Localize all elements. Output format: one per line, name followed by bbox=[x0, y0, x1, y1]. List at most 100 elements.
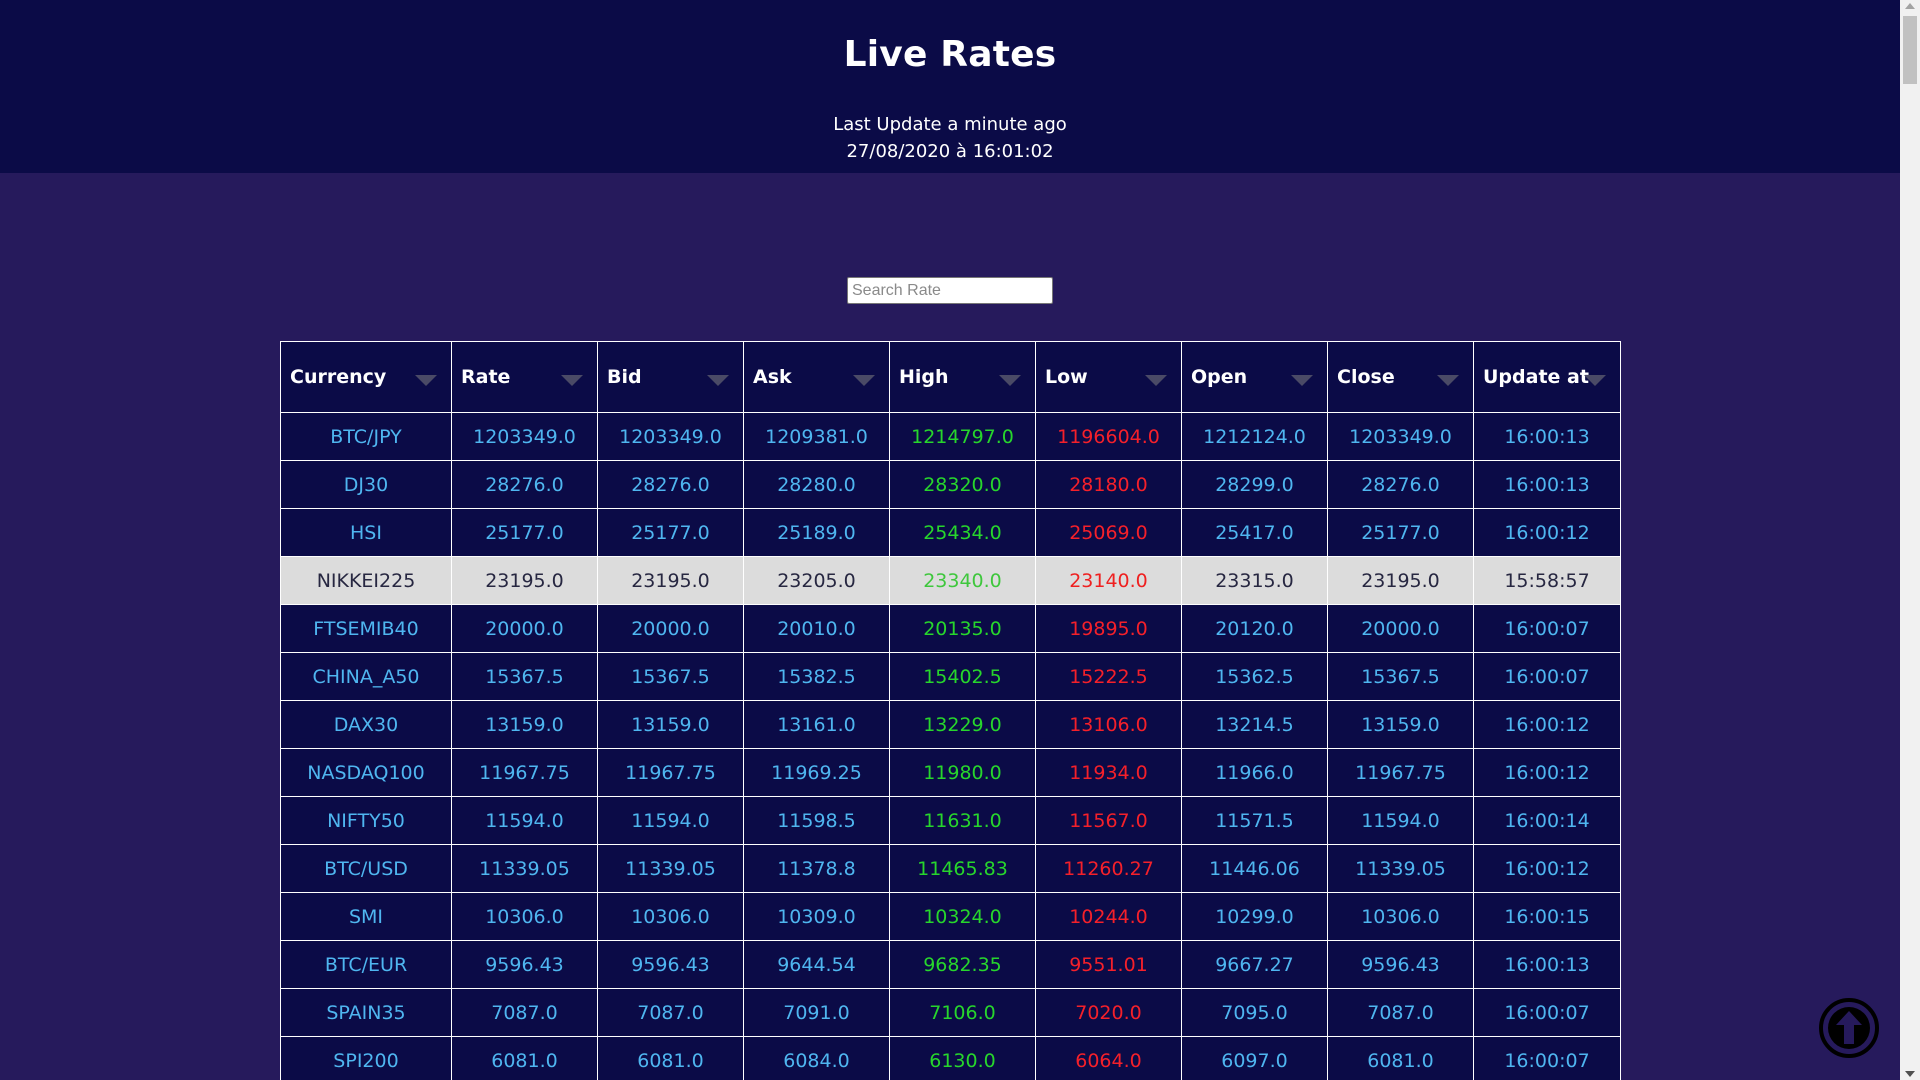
cell-update-at: 16:00:12 bbox=[1473, 508, 1621, 557]
column-header-ask[interactable]: Ask bbox=[743, 341, 890, 413]
cell-low: 19895.0 bbox=[1035, 604, 1182, 653]
cell-ask: 10309.0 bbox=[743, 892, 890, 941]
cell-bid: 7087.0 bbox=[597, 988, 744, 1037]
column-header-low[interactable]: Low bbox=[1035, 341, 1182, 413]
cell-low: 23140.0 bbox=[1035, 556, 1182, 605]
cell-open: 15362.5 bbox=[1181, 652, 1328, 701]
cell-open: 10299.0 bbox=[1181, 892, 1328, 941]
cell-rate: 20000.0 bbox=[451, 604, 598, 653]
cell-currency: NIFTY50 bbox=[280, 796, 452, 845]
cell-high: 1214797.0 bbox=[889, 412, 1036, 461]
sort-caret-down-icon[interactable] bbox=[707, 375, 729, 386]
sort-caret-down-icon[interactable] bbox=[853, 375, 875, 386]
cell-bid: 11967.75 bbox=[597, 748, 744, 797]
cell-open: 7095.0 bbox=[1181, 988, 1328, 1037]
cell-currency: DAX30 bbox=[280, 700, 452, 749]
cell-ask: 20010.0 bbox=[743, 604, 890, 653]
sort-caret-down-icon[interactable] bbox=[999, 375, 1021, 386]
column-header-label: Update at bbox=[1483, 366, 1589, 388]
column-header-high[interactable]: High bbox=[889, 341, 1036, 413]
cell-currency: CHINA_A50 bbox=[280, 652, 452, 701]
last-update-timestamp: 27/08/2020 à 16:01:02 bbox=[846, 141, 1054, 162]
sort-caret-down-icon[interactable] bbox=[1145, 375, 1167, 386]
cell-rate: 11594.0 bbox=[451, 796, 598, 845]
cell-low: 13106.0 bbox=[1035, 700, 1182, 749]
cell-low: 11567.0 bbox=[1035, 796, 1182, 845]
arrow-up-circle-icon bbox=[1819, 998, 1879, 1058]
table-row[interactable]: FTSEMIB40 20000.0 20000.0 20010.0 20135.0 198… bbox=[280, 604, 1621, 653]
column-header-open[interactable]: Open bbox=[1181, 341, 1328, 413]
cell-update-at: 16:00:07 bbox=[1473, 988, 1621, 1037]
cell-currency: DJ30 bbox=[280, 460, 452, 509]
cell-close: 13159.0 bbox=[1327, 700, 1474, 749]
cell-high: 28320.0 bbox=[889, 460, 1036, 509]
scroll-up-arrow-icon[interactable] bbox=[1905, 3, 1915, 9]
cell-rate: 25177.0 bbox=[451, 508, 598, 557]
column-header-bid[interactable]: Bid bbox=[597, 341, 744, 413]
table-body: BTC/JPY 1203349.0 1203349.0 1209381.0 121479… bbox=[280, 412, 1621, 1080]
cell-update-at: 16:00:07 bbox=[1473, 1036, 1621, 1080]
table-row[interactable]: SPAIN35 7087.0 7087.0 7091.0 7106.0 7020.0 709… bbox=[280, 988, 1621, 1037]
cell-update-at: 16:00:14 bbox=[1473, 796, 1621, 845]
sort-caret-down-icon[interactable] bbox=[561, 375, 583, 386]
cell-currency: BTC/JPY bbox=[280, 412, 452, 461]
column-header-label: Low bbox=[1045, 366, 1088, 388]
table-row[interactable]: SPI200 6081.0 6081.0 6084.0 6130.0 6064.0 6097… bbox=[280, 1036, 1621, 1080]
cell-low: 15222.5 bbox=[1035, 652, 1182, 701]
sort-caret-down-icon[interactable] bbox=[1291, 375, 1313, 386]
cell-bid: 10306.0 bbox=[597, 892, 744, 941]
table-row[interactable]: BTC/EUR 9596.43 9596.43 9644.54 9682.35 9551.… bbox=[280, 940, 1621, 989]
table-row[interactable]: NIFTY50 11594.0 11594.0 11598.5 11631.0 11567… bbox=[280, 796, 1621, 845]
scrollbar-thumb[interactable] bbox=[1903, 16, 1917, 84]
table-row[interactable]: DJ30 28276.0 28276.0 28280.0 28320.0 28180.0 2… bbox=[280, 460, 1621, 509]
table-row[interactable]: NASDAQ100 11967.75 11967.75 11969.25 11980.0… bbox=[280, 748, 1621, 797]
table-row[interactable]: NIKKEI225 23195.0 23195.0 23205.0 23340.0 231… bbox=[280, 556, 1621, 605]
table-row[interactable]: BTC/JPY 1203349.0 1203349.0 1209381.0 121479… bbox=[280, 412, 1621, 461]
cell-low: 7020.0 bbox=[1035, 988, 1182, 1037]
cell-close: 11339.05 bbox=[1327, 844, 1474, 893]
cell-currency: NASDAQ100 bbox=[280, 748, 452, 797]
cell-open: 9667.27 bbox=[1181, 940, 1328, 989]
cell-update-at: 16:00:13 bbox=[1473, 412, 1621, 461]
column-header-label: High bbox=[899, 366, 949, 388]
cell-bid: 9596.43 bbox=[597, 940, 744, 989]
vertical-scrollbar[interactable] bbox=[1900, 0, 1920, 1080]
search-input[interactable] bbox=[847, 277, 1053, 304]
cell-low: 1196604.0 bbox=[1035, 412, 1182, 461]
table-row[interactable]: CHINA_A50 15367.5 15367.5 15382.5 15402.5 152… bbox=[280, 652, 1621, 701]
cell-high: 10324.0 bbox=[889, 892, 1036, 941]
table-row[interactable]: HSI 25177.0 25177.0 25189.0 25434.0 25069.0 25… bbox=[280, 508, 1621, 557]
sort-caret-down-icon[interactable] bbox=[1584, 375, 1606, 386]
page: Live Rates Last Update a minute ago 27/0… bbox=[0, 0, 1900, 1080]
cell-currency: SPAIN35 bbox=[280, 988, 452, 1037]
cell-ask: 11969.25 bbox=[743, 748, 890, 797]
cell-update-at: 16:00:07 bbox=[1473, 652, 1621, 701]
sort-caret-down-icon[interactable] bbox=[415, 375, 437, 386]
table-row[interactable]: BTC/USD 11339.05 11339.05 11378.8 11465.83 11… bbox=[280, 844, 1621, 893]
column-header-label: Ask bbox=[753, 366, 792, 388]
cell-update-at: 16:00:13 bbox=[1473, 940, 1621, 989]
cell-update-at: 16:00:13 bbox=[1473, 460, 1621, 509]
cell-update-at: 15:58:57 bbox=[1473, 556, 1621, 605]
cell-ask: 9644.54 bbox=[743, 940, 890, 989]
cell-rate: 10306.0 bbox=[451, 892, 598, 941]
column-header-close[interactable]: Close bbox=[1327, 341, 1474, 413]
column-header-currency[interactable]: Currency bbox=[280, 341, 452, 413]
cell-update-at: 16:00:12 bbox=[1473, 844, 1621, 893]
column-header-rate[interactable]: Rate bbox=[451, 341, 598, 413]
table-row[interactable]: SMI 10306.0 10306.0 10309.0 10324.0 10244.0 10… bbox=[280, 892, 1621, 941]
cell-close: 15367.5 bbox=[1327, 652, 1474, 701]
cell-high: 20135.0 bbox=[889, 604, 1036, 653]
cell-currency: SPI200 bbox=[280, 1036, 452, 1080]
cell-ask: 6084.0 bbox=[743, 1036, 890, 1080]
column-header-update-at[interactable]: Update at bbox=[1473, 341, 1621, 413]
back-to-top-button[interactable] bbox=[1818, 997, 1880, 1059]
scroll-down-arrow-icon[interactable] bbox=[1905, 1071, 1915, 1077]
cell-ask: 25189.0 bbox=[743, 508, 890, 557]
cell-high: 11980.0 bbox=[889, 748, 1036, 797]
cell-low: 11260.27 bbox=[1035, 844, 1182, 893]
sort-caret-down-icon[interactable] bbox=[1437, 375, 1459, 386]
cell-low: 11934.0 bbox=[1035, 748, 1182, 797]
cell-open: 28299.0 bbox=[1181, 460, 1328, 509]
table-row[interactable]: DAX30 13159.0 13159.0 13161.0 13229.0 13106.0… bbox=[280, 700, 1621, 749]
